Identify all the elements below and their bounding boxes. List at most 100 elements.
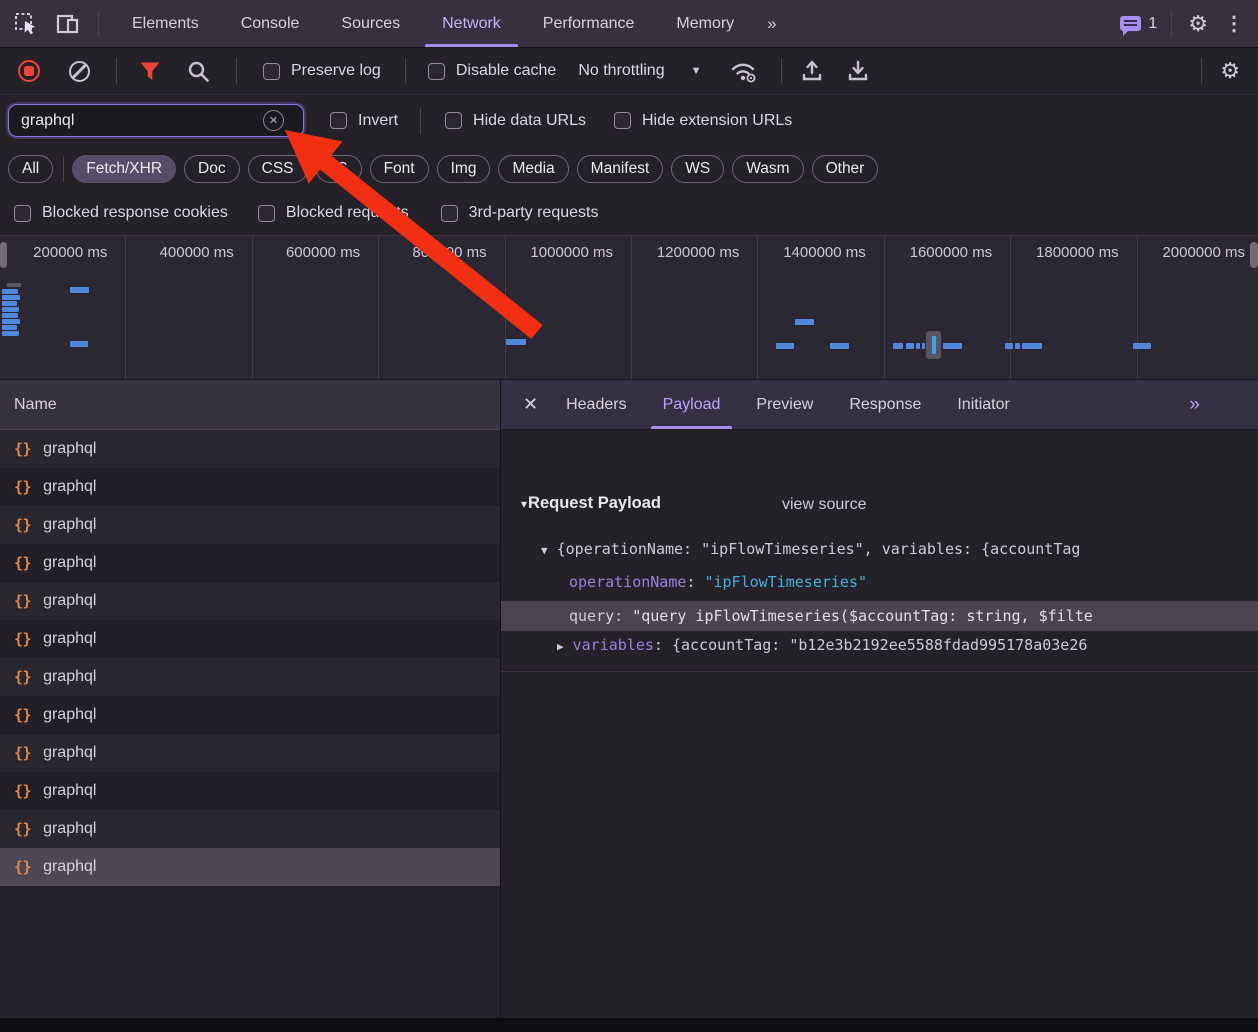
filter-input-wrapper: ✕ (8, 104, 304, 137)
third-party-requests-checkbox[interactable] (441, 205, 458, 222)
invert-label: Invert (358, 112, 398, 130)
expand-triangle-icon[interactable]: ▼ (541, 544, 548, 557)
request-row[interactable]: {}graphql (0, 734, 500, 772)
clear-network-log-icon[interactable] (69, 61, 90, 82)
request-row[interactable]: {}graphql (0, 658, 500, 696)
request-payload-section-header[interactable]: ▾ Request Payload (521, 494, 661, 513)
json-request-icon: {} (14, 706, 31, 724)
devtools-window: ElementsConsoleSourcesNetworkPerformance… (0, 0, 1258, 1032)
payload-section-divider (501, 671, 1258, 672)
request-name: graphql (43, 554, 96, 572)
request-name: graphql (43, 706, 96, 724)
clear-filter-icon[interactable]: ✕ (263, 110, 284, 131)
details-tab-headers[interactable]: Headers (548, 380, 644, 429)
request-row[interactable]: {}graphql (0, 582, 500, 620)
hide-data-urls-checkbox[interactable] (445, 112, 462, 129)
divider (63, 156, 64, 182)
json-request-icon: {} (14, 782, 31, 800)
tab-console[interactable]: Console (220, 0, 321, 47)
tab-sources[interactable]: Sources (320, 0, 421, 47)
filter-funnel-icon[interactable] (139, 61, 161, 82)
request-row[interactable]: {}graphql (0, 544, 500, 582)
waterfall-bar (70, 287, 89, 293)
request-row[interactable]: {}graphql (0, 620, 500, 658)
details-tab-bar: ✕ HeadersPayloadPreviewResponseInitiator… (501, 380, 1258, 430)
request-rows: {}graphql{}graphql{}graphql{}graphql{}gr… (0, 430, 500, 886)
request-type-chips: All Fetch/XHR Doc CSS JS Font ImgMedia Manifest… (0, 146, 1258, 191)
chip-doc[interactable]: Doc (184, 155, 240, 183)
chip-ws[interactable]: WS (671, 155, 724, 183)
payload-variables-line[interactable]: ▶variables: {accountTag: "b12e3b2192ee55… (557, 631, 1258, 660)
payload-operation-name-line[interactable]: operationName: "ipFlowTimeseries" (569, 568, 1258, 597)
more-tabs-icon[interactable]: » (755, 14, 786, 34)
details-tab-list: HeadersPayloadPreviewResponseInitiator (548, 380, 1028, 429)
blocked-requests-checkbox[interactable] (258, 205, 275, 222)
waterfall-bar (916, 343, 920, 349)
disable-cache-checkbox[interactable] (428, 63, 445, 80)
chip-js[interactable]: JS (316, 155, 362, 183)
json-request-icon: {} (14, 440, 31, 458)
blocked-response-cookies-checkbox[interactable] (14, 205, 31, 222)
chip-other[interactable]: Other (812, 155, 879, 183)
network-conditions-icon[interactable] (729, 59, 759, 83)
request-row[interactable]: {}graphql (0, 848, 500, 886)
filter-input[interactable] (9, 112, 261, 130)
import-har-icon[interactable] (800, 59, 824, 83)
settings-gear-icon[interactable]: ⚙ (1188, 13, 1208, 35)
throttling-select[interactable]: No throttling (578, 62, 664, 80)
issues-counter[interactable]: 1 (1120, 15, 1157, 33)
chip-all[interactable]: All (8, 155, 53, 183)
request-row[interactable]: {}graphql (0, 810, 500, 848)
name-column-header[interactable]: Name (0, 380, 500, 430)
details-tab-response[interactable]: Response (831, 380, 939, 429)
timeline-tick: 1800000 ms (1011, 236, 1137, 379)
chip-fetch-xhr[interactable]: Fetch/XHR (72, 155, 176, 183)
request-row[interactable]: {}graphql (0, 772, 500, 810)
details-tab-initiator[interactable]: Initiator (939, 380, 1027, 429)
chip-img[interactable]: Img (437, 155, 491, 183)
details-tab-preview[interactable]: Preview (738, 380, 831, 429)
invert-checkbox[interactable] (330, 112, 347, 129)
waterfall-bar (7, 283, 21, 287)
payload-query-line[interactable]: query: "query ipFlowTimeseries($accountT… (569, 601, 1258, 631)
chip-font[interactable]: Font (370, 155, 429, 183)
request-row[interactable]: {}graphql (0, 468, 500, 506)
blocked-requests-label: Blocked requests (286, 204, 409, 222)
tab-network[interactable]: Network (421, 0, 522, 47)
json-request-icon: {} (14, 668, 31, 686)
tab-memory[interactable]: Memory (655, 0, 755, 47)
close-details-icon[interactable]: ✕ (523, 394, 538, 415)
json-request-icon: {} (14, 630, 31, 648)
more-detail-tabs-icon[interactable]: » (1177, 394, 1210, 416)
tab-elements[interactable]: Elements (111, 0, 220, 47)
payload-query-value: "query ipFlowTimeseries($accountTag: str… (632, 607, 1093, 625)
chip-css[interactable]: CSS (248, 155, 308, 183)
inspect-element-icon[interactable] (13, 11, 39, 37)
payload-content: ▾ Request Payload view source ▼{operatio… (501, 430, 1258, 1018)
hide-extension-urls-checkbox[interactable] (614, 112, 631, 129)
kebab-menu-icon[interactable]: ⋮ (1214, 11, 1258, 36)
payload-key: operationName (569, 573, 686, 591)
payload-summary-line[interactable]: ▼{operationName: "ipFlowTimeseries", var… (541, 535, 1258, 564)
details-tab-payload[interactable]: Payload (645, 380, 739, 429)
search-icon[interactable] (187, 60, 210, 83)
preserve-log-checkbox[interactable] (263, 63, 280, 80)
request-row[interactable]: {}graphql (0, 506, 500, 544)
tab-performance[interactable]: Performance (522, 0, 656, 47)
chip-manifest[interactable]: Manifest (577, 155, 664, 183)
waterfall-bar (943, 343, 962, 349)
waterfall-bar (2, 313, 18, 318)
network-overview-timeline[interactable]: 200000 ms400000 ms600000 ms800000 ms1000… (0, 235, 1258, 380)
request-row[interactable]: {}graphql (0, 430, 500, 468)
expand-triangle-icon[interactable]: ▶ (557, 640, 564, 653)
request-row[interactable]: {} graphql (0, 696, 500, 734)
export-har-icon[interactable] (846, 59, 870, 83)
waterfall-bar (1015, 343, 1020, 349)
record-network-log-icon[interactable] (18, 60, 40, 82)
network-settings-gear-icon[interactable]: ⚙ (1220, 60, 1240, 82)
divider (236, 58, 237, 84)
view-source-link[interactable]: view source (782, 496, 866, 514)
chip-wasm[interactable]: Wasm (732, 155, 803, 183)
chip-media[interactable]: Media (498, 155, 568, 183)
device-toolbar-icon[interactable] (56, 12, 82, 36)
